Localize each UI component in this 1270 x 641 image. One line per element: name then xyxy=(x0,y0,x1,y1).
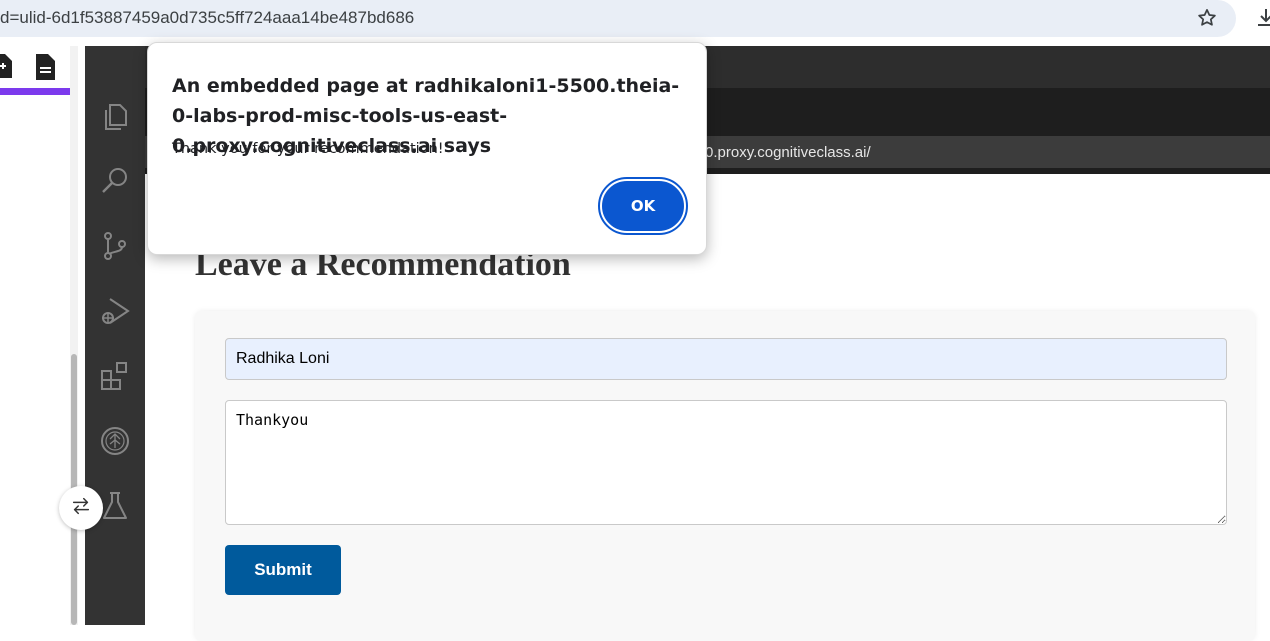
name-input[interactable] xyxy=(225,338,1227,380)
source-control-icon[interactable] xyxy=(99,230,131,262)
progress-bar xyxy=(0,88,78,95)
lab-flask-icon[interactable] xyxy=(99,490,131,522)
browser-toolbar: d=ulid-6d1f53887459a0d735c5ff724aaa14be4… xyxy=(0,0,1270,46)
activity-bar xyxy=(85,46,145,625)
instructions-panel xyxy=(0,46,85,625)
submit-button[interactable]: Submit xyxy=(225,545,341,595)
explorer-icon[interactable] xyxy=(99,101,131,133)
search-icon[interactable] xyxy=(99,165,131,197)
document-icon[interactable] xyxy=(34,54,56,80)
run-debug-icon[interactable] xyxy=(99,295,131,327)
address-bar[interactable]: d=ulid-6d1f53887459a0d735c5ff724aaa14be4… xyxy=(0,0,1236,37)
swap-icon xyxy=(70,495,92,522)
download-icon[interactable] xyxy=(1254,6,1270,30)
message-textarea[interactable]: Thankyou xyxy=(225,400,1227,525)
recommendation-form: Thankyou Submit xyxy=(195,311,1255,641)
file-icon[interactable] xyxy=(0,54,12,78)
address-bar-url[interactable]: d=ulid-6d1f53887459a0d735c5ff724aaa14be4… xyxy=(0,8,414,28)
star-icon[interactable] xyxy=(1196,7,1218,29)
skills-network-icon[interactable] xyxy=(99,425,131,457)
ok-button[interactable]: OK xyxy=(598,177,688,235)
alert-dialog: An embedded page at radhikaloni1-5500.th… xyxy=(147,42,707,255)
mini-browser-url[interactable]: 0.proxy.cognitiveclass.ai/ xyxy=(705,144,871,161)
instructions-toolbar xyxy=(0,46,80,88)
swap-panels-button[interactable] xyxy=(59,486,103,530)
alert-message: Thank you for your recommendation! xyxy=(172,141,444,157)
extensions-icon[interactable] xyxy=(99,360,131,392)
